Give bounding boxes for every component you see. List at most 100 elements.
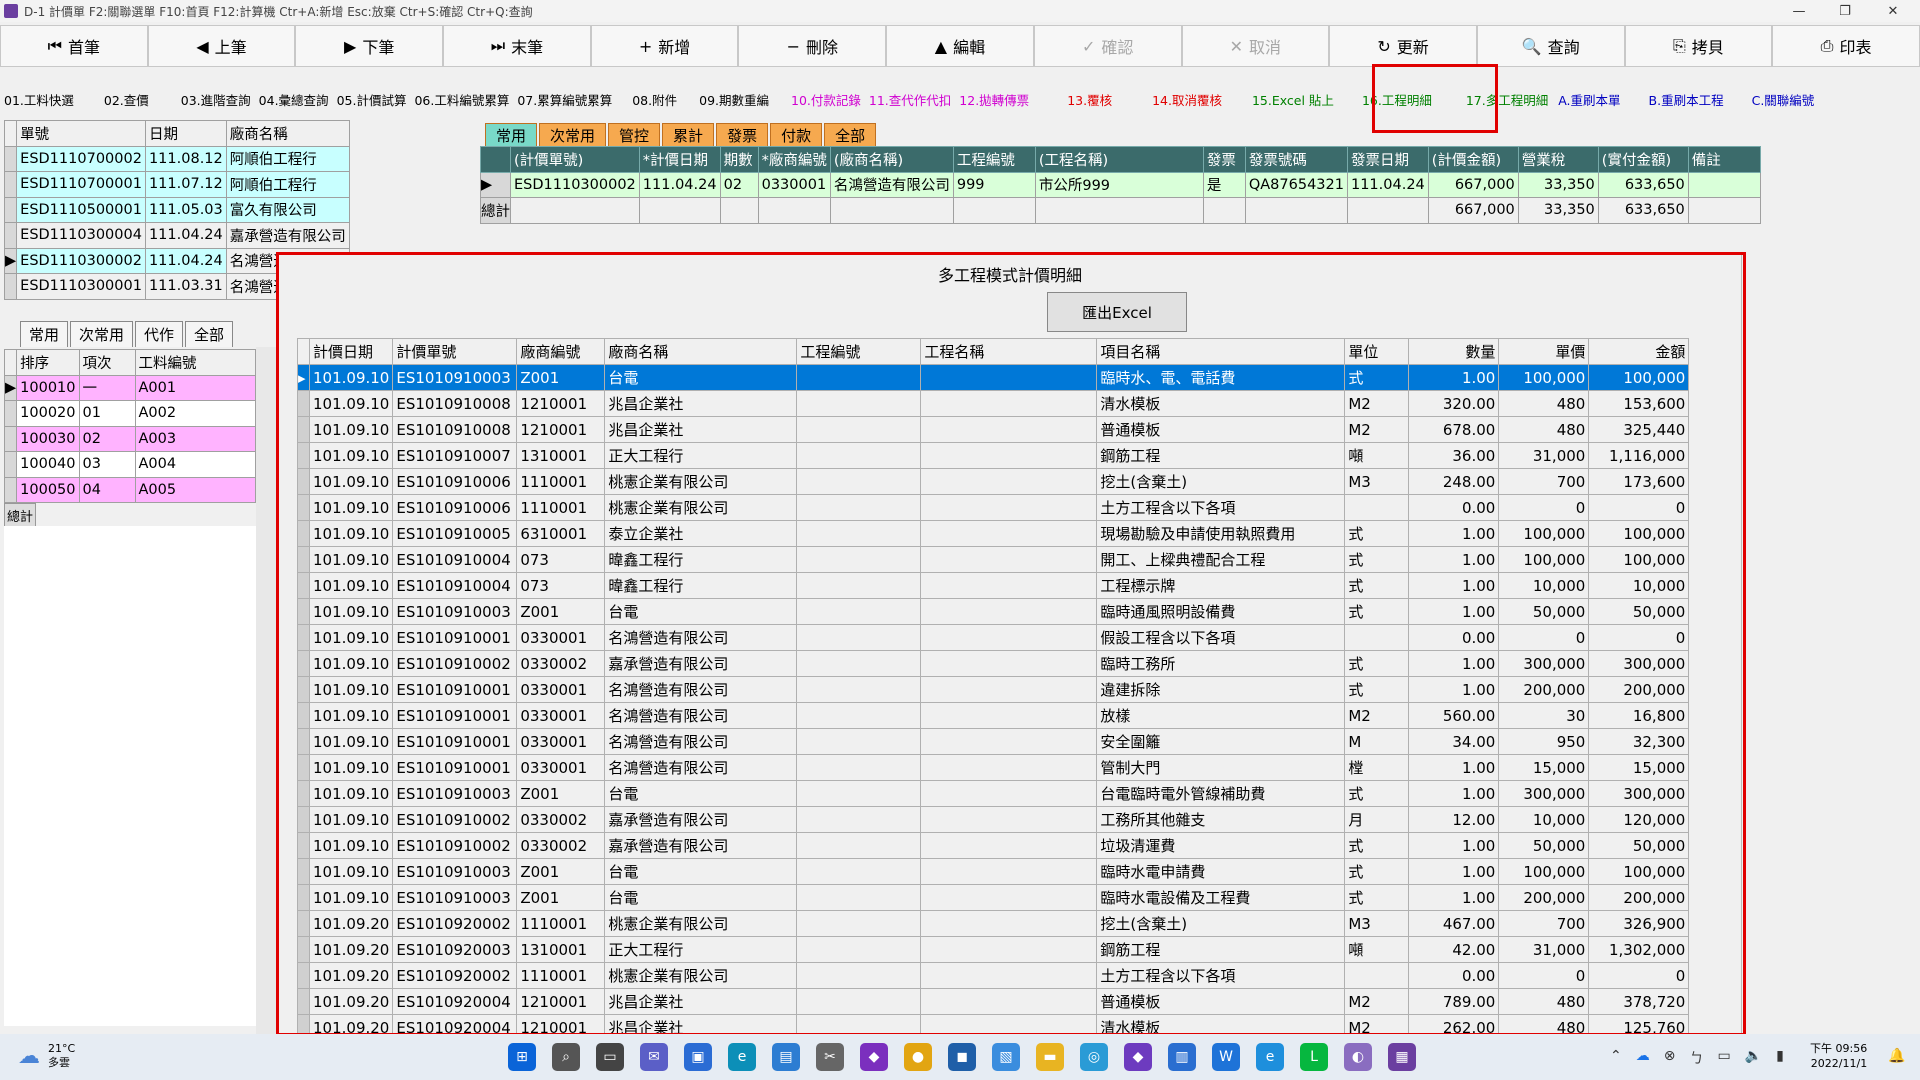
app-blue-icon[interactable]: ◼ (948, 1043, 976, 1071)
menu-item-12[interactable]: 13.覆核 (1067, 90, 1112, 109)
minimize-icon[interactable]: — (1776, 0, 1822, 22)
menu-item-13[interactable]: 14.取消覆核 (1152, 90, 1222, 109)
menu-item-18[interactable]: B.重刷本工程 (1649, 90, 1724, 109)
toolbar-button-4[interactable]: + 新增 (590, 25, 739, 67)
menu-item-2[interactable]: 03.進階查詢 (181, 90, 251, 109)
col-header[interactable]: 期數 (719, 146, 759, 173)
item-row[interactable]: 100020 01 A002 (3, 400, 257, 427)
globe-icon[interactable]: ◎ (1080, 1043, 1108, 1071)
record-tab-6[interactable]: 全部 (824, 123, 877, 147)
item-tab-3[interactable]: 全部 (185, 321, 234, 347)
record-tab-2[interactable]: 管控 (608, 123, 661, 147)
toolbar-button-0[interactable]: ⏮ 首筆 (0, 25, 148, 67)
toolbar-button-1[interactable]: ◀ 上筆 (147, 25, 296, 67)
col-header[interactable]: 發票號碼 (1244, 146, 1348, 173)
record-field[interactable]: 111.04.24 (638, 171, 721, 198)
record-row[interactable]: ESD1110300004 111.04.24 嘉承營造有限公司 (3, 222, 350, 249)
search-icon[interactable]: ⌕ (552, 1043, 580, 1071)
weather-widget[interactable]: ☁ 21°C 多雲 (18, 1042, 75, 1070)
row-selector[interactable] (3, 273, 18, 300)
row-selector[interactable]: ▶ (3, 247, 18, 274)
vs-code-icon[interactable]: ◆ (1124, 1043, 1152, 1071)
item-tab-2[interactable]: 代作 (135, 321, 184, 347)
toolbar-button-3[interactable]: ⏭ 末筆 (443, 25, 591, 67)
item-row[interactable]: ▶ 100010 一 A001 (3, 374, 257, 401)
remote-desktop-icon[interactable]: ▤ (772, 1043, 800, 1071)
record-tab-1[interactable]: 次常用 (539, 123, 607, 147)
record-field[interactable]: 是 (1202, 171, 1246, 198)
toolbar-button-7[interactable]: ✓ 確認 (1033, 25, 1182, 67)
row-selector[interactable] (3, 476, 18, 503)
record-field[interactable]: 633,650 (1597, 171, 1689, 198)
windows-start-icon[interactable]: ⊞ (508, 1043, 536, 1071)
item-row[interactable]: 100040 03 A004 (3, 451, 257, 478)
toolbar-button-11[interactable]: ⎘ 拷貝 (1624, 25, 1773, 67)
col-header[interactable]: (實付金額) (1597, 146, 1689, 173)
record-tab-0[interactable]: 常用 (485, 123, 538, 147)
edge-icon[interactable]: e (728, 1043, 756, 1071)
visual-studio-icon[interactable]: ◆ (860, 1043, 888, 1071)
menu-item-0[interactable]: 01.工料快選 (4, 90, 74, 109)
record-field[interactable]: ESD1110300002 (510, 171, 640, 198)
chrome-icon[interactable]: ● (904, 1043, 932, 1071)
menu-item-3[interactable]: 04.彙總查詢 (259, 90, 329, 109)
col-header[interactable]: 發票日期 (1346, 146, 1429, 173)
store-icon[interactable]: ▣ (684, 1043, 712, 1071)
col-header[interactable]: (工程名稱) (1034, 146, 1204, 173)
row-selector[interactable] (3, 171, 18, 198)
col-header[interactable]: (計價金額) (1427, 146, 1519, 173)
menu-item-8[interactable]: 09.期數重編 (699, 90, 769, 109)
toolbar-button-6[interactable]: ▲ 編輯 (886, 25, 1034, 67)
menu-item-11[interactable]: 12.拋轉傳票 (959, 90, 1029, 109)
row-selector[interactable] (3, 400, 18, 427)
teams-chat-icon[interactable]: ✉ (640, 1043, 668, 1071)
row-selector[interactable] (3, 451, 18, 478)
x-circle-icon[interactable]: ⊗ (1664, 1048, 1676, 1068)
app-gradient-icon[interactable]: ◐ (1344, 1043, 1372, 1071)
menu-item-1[interactable]: 02.查價 (104, 90, 149, 109)
ie-icon[interactable]: e (1256, 1043, 1284, 1071)
record-row[interactable]: ESD1110500001 111.05.03 富久有限公司 (3, 196, 350, 223)
col-header[interactable]: 備註 (1687, 146, 1761, 173)
task-view-icon[interactable]: ▭ (596, 1043, 624, 1071)
volume-icon[interactable]: 🔈 (1745, 1048, 1762, 1068)
col-header[interactable]: (計價單號) (510, 146, 640, 173)
record-field[interactable]: QA87654321 (1244, 171, 1348, 198)
close-icon[interactable]: ✕ (1870, 0, 1916, 22)
display-icon[interactable]: ▭ (1717, 1048, 1730, 1068)
record-field[interactable]: 999 (952, 171, 1036, 198)
word-icon[interactable]: W (1212, 1043, 1240, 1071)
record-field[interactable]: 0330001 (757, 171, 831, 198)
row-selector[interactable] (3, 196, 18, 223)
photos-icon[interactable]: ▧ (992, 1043, 1020, 1071)
row-selector[interactable]: ▶ (3, 374, 18, 401)
row-selector[interactable] (3, 425, 18, 452)
battery-icon[interactable]: ▮ (1776, 1048, 1784, 1068)
record-row[interactable]: ESD1110700002 111.08.12 阿順伯工程行 (3, 145, 350, 172)
col-header[interactable]: 工程編號 (952, 146, 1036, 173)
col-header[interactable]: 營業稅 (1517, 146, 1599, 173)
toolbar-button-2[interactable]: ▶ 下筆 (295, 25, 444, 67)
record-field[interactable]: 02 (719, 171, 759, 198)
toolbar-button-8[interactable]: ✕ 取消 (1181, 25, 1330, 67)
menu-item-4[interactable]: 05.計價試算 (337, 90, 407, 109)
notepad-icon[interactable]: ▥ (1168, 1043, 1196, 1071)
onedrive-icon[interactable]: ☁ (1636, 1048, 1650, 1068)
menu-item-9[interactable]: 10.付款記錄 (791, 90, 861, 109)
item-row[interactable]: 100030 02 A003 (3, 425, 257, 452)
col-header[interactable]: *廠商編號 (757, 146, 831, 173)
erp-app-icon[interactable]: ▦ (1388, 1043, 1416, 1071)
record-field[interactable] (1687, 171, 1761, 198)
menu-item-5[interactable]: 06.工料編號累算 (414, 90, 509, 109)
record-field[interactable]: 667,000 (1427, 171, 1519, 198)
toolbar-button-5[interactable]: − 刪除 (738, 25, 887, 67)
record-field[interactable]: 33,350 (1517, 171, 1599, 198)
notification-icon[interactable]: 🔔 (1888, 1048, 1905, 1064)
menu-item-19[interactable]: C.關聯編號 (1752, 90, 1815, 109)
record-tab-4[interactable]: 發票 (716, 123, 769, 147)
menu-item-10[interactable]: 11.查代作代扣 (869, 90, 951, 109)
item-tab-1[interactable]: 次常用 (70, 321, 134, 347)
tools-icon[interactable]: ✂ (816, 1043, 844, 1071)
toolbar-button-12[interactable]: ⎙ 印表 (1772, 25, 1920, 67)
row-selector[interactable] (3, 145, 18, 172)
